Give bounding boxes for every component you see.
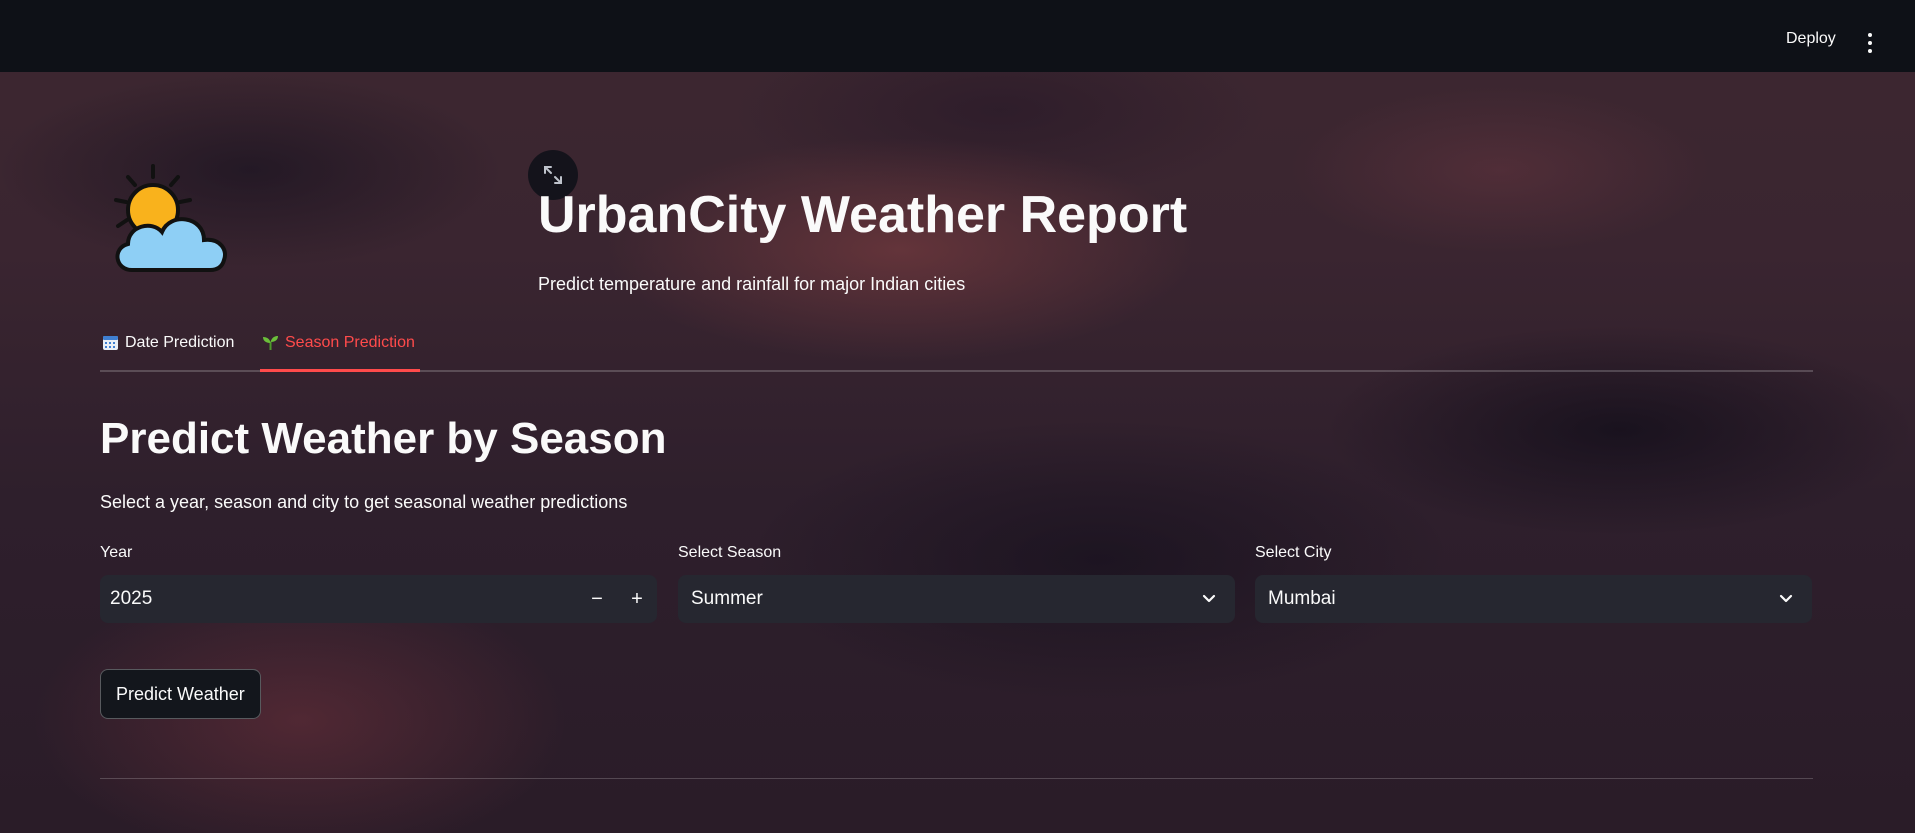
prediction-tabs: Date Prediction Season Prediction <box>100 330 1813 372</box>
active-tab-indicator <box>260 369 420 372</box>
tab-date-prediction[interactable]: Date Prediction <box>102 334 234 372</box>
city-label: Select City <box>1255 544 1332 561</box>
season-selected-value: Summer <box>691 588 763 609</box>
deploy-button[interactable]: Deploy <box>1786 30 1836 48</box>
season-select[interactable]: Summer <box>678 575 1235 623</box>
year-increment-button[interactable]: + <box>617 575 657 623</box>
divider <box>100 778 1813 779</box>
calendar-icon <box>103 336 118 350</box>
section-description: Select a year, season and city to get se… <box>100 492 628 512</box>
expand-icon <box>544 166 562 184</box>
predict-weather-button[interactable]: Predict Weather <box>100 669 261 719</box>
city-select[interactable]: Mumbai <box>1255 575 1812 623</box>
year-decrement-button[interactable]: − <box>577 575 617 623</box>
chevron-down-icon <box>1760 575 1812 623</box>
page-title: UrbanCity Weather Report <box>538 186 1188 244</box>
city-selected-value: Mumbai <box>1268 588 1336 609</box>
year-number-input: 2025 − + <box>100 575 657 623</box>
tab-season-prediction-label: Season Prediction <box>285 334 415 351</box>
year-input[interactable]: 2025 <box>100 588 577 610</box>
season-label: Select Season <box>678 544 782 561</box>
more-vertical-icon[interactable] <box>1868 33 1876 53</box>
page-subtitle: Predict temperature and rainfall for maj… <box>538 274 966 294</box>
sun-behind-cloud-icon <box>114 164 227 272</box>
tab-season-prediction[interactable]: Season Prediction <box>262 334 415 372</box>
seedling-icon <box>263 336 278 350</box>
app-header: Deploy <box>0 0 1915 72</box>
section-heading: Predict Weather by Season <box>100 414 667 463</box>
tab-date-prediction-label: Date Prediction <box>125 334 235 351</box>
chevron-down-icon <box>1183 575 1235 623</box>
year-label: Year <box>100 544 133 561</box>
